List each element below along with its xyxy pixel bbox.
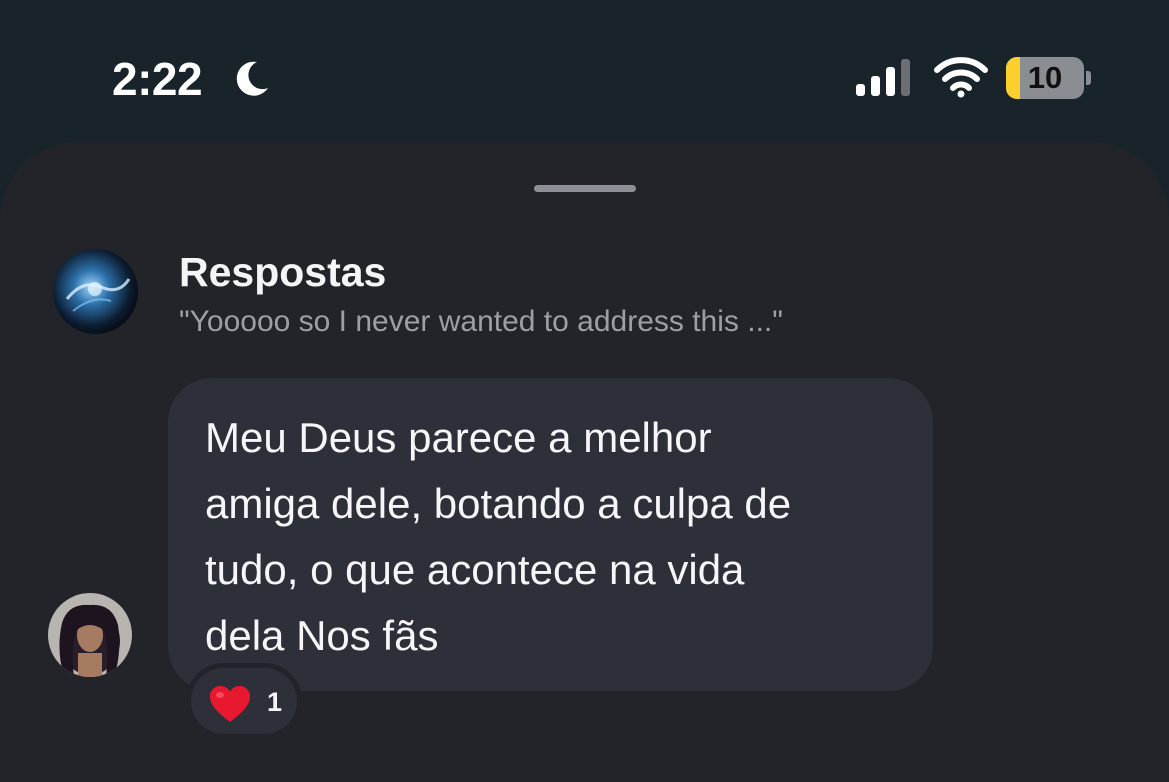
sheet-title: Respostas <box>179 249 387 295</box>
moon-icon <box>236 61 268 96</box>
message-bubble[interactable]: Meu Deus parece a melhor amiga dele, bot… <box>168 378 933 691</box>
sheet-drag-handle[interactable] <box>534 185 636 192</box>
wifi-icon <box>934 57 988 98</box>
red-heart-icon <box>210 686 250 722</box>
battery-level: 10 <box>1027 60 1063 95</box>
quoted-post-text[interactable]: "Yooooo so I never wanted to address thi… <box>179 305 783 339</box>
cellular-signal-icon <box>856 59 910 96</box>
status-time: 2:22 <box>112 53 203 105</box>
status-bar: 2:22 10 <box>0 0 1169 150</box>
battery-indicator: 10 <box>1006 57 1084 99</box>
battery-tip <box>1086 71 1091 85</box>
reaction-count: 1 <box>267 687 283 717</box>
reply-author-avatar[interactable] <box>48 593 132 677</box>
reaction-pill[interactable]: 1 <box>186 663 302 739</box>
message-text: Meu Deus parece a melhor amiga dele, bot… <box>205 414 792 659</box>
original-post-avatar[interactable] <box>53 249 138 334</box>
